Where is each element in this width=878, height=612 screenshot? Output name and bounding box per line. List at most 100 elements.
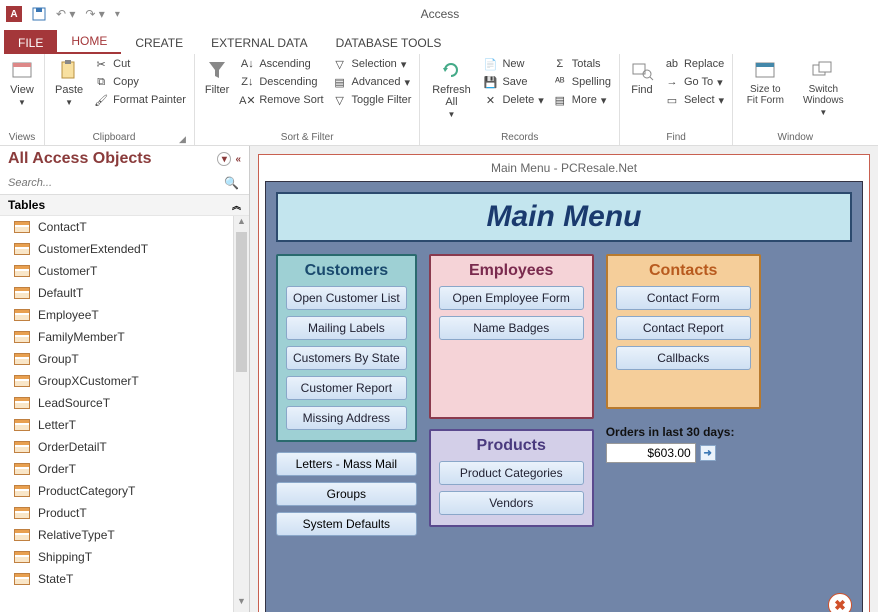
save-icon: 💾 (482, 75, 498, 89)
scroll-down-icon[interactable]: ▼ (234, 596, 249, 612)
employees-btn-open-employee-form[interactable]: Open Employee Form (439, 286, 584, 310)
refresh-all-button[interactable]: Refresh All ▼ (426, 56, 476, 130)
nav-item-productcategoryt[interactable]: ProductCategoryT (0, 480, 233, 502)
close-form-button[interactable]: ✖ (828, 593, 852, 612)
nav-item-relativetypet[interactable]: RelativeTypeT (0, 524, 233, 546)
products-btn-product-categories[interactable]: Product Categories (439, 461, 584, 485)
table-icon (14, 331, 30, 343)
scroll-up-icon[interactable]: ▲ (234, 216, 249, 232)
replace-button[interactable]: abReplace (662, 56, 726, 72)
ascending-button[interactable]: A↓Ascending (237, 56, 325, 72)
qat-save-icon[interactable] (32, 7, 46, 21)
nav-scrollbar[interactable]: ▲ ▼ (233, 216, 249, 612)
scroll-thumb[interactable] (236, 232, 247, 372)
tab-database-tools[interactable]: DATABASE TOOLS (322, 30, 456, 54)
nav-dropdown-icon[interactable]: ▾ (217, 152, 231, 166)
clipboard-dialog-launcher[interactable]: ◢ (177, 134, 188, 145)
table-icon (14, 309, 30, 321)
goto-button[interactable]: →Go To ▾ (662, 74, 726, 90)
find-button[interactable]: Find (626, 56, 658, 130)
new-record-button[interactable]: 📄New (480, 56, 545, 72)
totals-button[interactable]: ΣTotals (550, 56, 613, 72)
select-button[interactable]: ▭Select ▾ (662, 92, 726, 108)
nav-item-defaultt[interactable]: DefaultT (0, 282, 233, 304)
nav-section-tables[interactable]: Tables ︽ (0, 195, 249, 216)
size-to-fit-button[interactable]: Size to Fit Form (739, 56, 791, 130)
group-records: Refresh All ▼ 📄New 💾Save ✕Delete ▾ ΣTota… (420, 54, 619, 145)
cut-button[interactable]: ✂Cut (91, 56, 188, 72)
descending-button[interactable]: Z↓Descending (237, 74, 325, 90)
group-records-label: Records (426, 130, 612, 145)
qat-customize-icon[interactable]: ▾ (115, 9, 120, 20)
view-button[interactable]: View ▼ (6, 56, 38, 130)
customers-btn-mailing-labels[interactable]: Mailing Labels (286, 316, 407, 340)
customers-btn-customer-report[interactable]: Customer Report (286, 376, 407, 400)
nav-item-shippingt[interactable]: ShippingT (0, 546, 233, 568)
contacts-btn-contact-form[interactable]: Contact Form (616, 286, 751, 310)
more-button[interactable]: ▤More ▾ (550, 92, 613, 108)
switch-windows-button[interactable]: Switch Windows ▼ (795, 56, 851, 130)
filter-button[interactable]: Filter (201, 56, 233, 130)
copy-button[interactable]: ⧉Copy (91, 74, 188, 90)
selection-button[interactable]: ▽Selection ▾ (330, 56, 414, 72)
orders-summary: Orders in last 30 days: ➜ (606, 425, 761, 463)
nav-item-label: RelativeTypeT (38, 528, 115, 542)
tab-file[interactable]: FILE (4, 30, 57, 54)
tab-external-data[interactable]: EXTERNAL DATA (197, 30, 321, 54)
customers-btn-customers-by-state[interactable]: Customers By State (286, 346, 407, 370)
nav-item-customerextendedt[interactable]: CustomerExtendedT (0, 238, 233, 260)
orders-value-field (606, 443, 696, 463)
tab-home[interactable]: HOME (57, 28, 121, 54)
qat-redo-icon[interactable]: ↷ ▾ (85, 7, 104, 21)
switch-windows-icon (811, 58, 835, 82)
spelling-button[interactable]: ᴬᴮSpelling (550, 74, 613, 90)
table-icon (14, 529, 30, 541)
nav-search-input[interactable] (6, 174, 243, 192)
orders-goto-icon[interactable]: ➜ (700, 445, 716, 461)
customers-btn-open-customer-list[interactable]: Open Customer List (286, 286, 407, 310)
nav-item-statet[interactable]: StateT (0, 568, 233, 590)
extra-btn-letters-mass-mail[interactable]: Letters - Mass Mail (276, 452, 417, 476)
search-icon[interactable]: 🔍 (224, 176, 239, 190)
app-title: Access (421, 7, 460, 21)
qat-undo-icon[interactable]: ↶ ▾ (56, 7, 75, 21)
nav-item-groupxcustomert[interactable]: GroupXCustomerT (0, 370, 233, 392)
nav-item-customert[interactable]: CustomerT (0, 260, 233, 282)
access-logo-icon: A (6, 6, 22, 22)
copy-icon: ⧉ (93, 75, 109, 89)
cut-icon: ✂ (93, 57, 109, 71)
employees-btn-name-badges[interactable]: Name Badges (439, 316, 584, 340)
products-title: Products (439, 437, 584, 455)
tab-create[interactable]: CREATE (121, 30, 197, 54)
customers-btn-missing-address[interactable]: Missing Address (286, 406, 407, 430)
nav-item-employeet[interactable]: EmployeeT (0, 304, 233, 326)
advanced-button[interactable]: ▤Advanced ▾ (330, 74, 414, 90)
format-painter-button[interactable]: 🖌Format Painter (91, 92, 188, 108)
save-record-button[interactable]: 💾Save (480, 74, 545, 90)
nav-item-orderdetailt[interactable]: OrderDetailT (0, 436, 233, 458)
toggle-filter-button[interactable]: ▽Toggle Filter (330, 92, 414, 108)
contacts-btn-contact-report[interactable]: Contact Report (616, 316, 751, 340)
nav-item-contactt[interactable]: ContactT (0, 216, 233, 238)
extra-btn-groups[interactable]: Groups (276, 482, 417, 506)
extra-btn-system-defaults[interactable]: System Defaults (276, 512, 417, 536)
nav-collapse-icon[interactable]: « (235, 154, 241, 165)
nav-item-familymembert[interactable]: FamilyMemberT (0, 326, 233, 348)
group-sortfilter-label: Sort & Filter (201, 130, 414, 145)
section-collapse-icon[interactable]: ︽ (232, 199, 241, 212)
nav-item-label: ContactT (38, 220, 87, 234)
switch-label: Switch Windows (799, 84, 847, 106)
nav-item-productt[interactable]: ProductT (0, 502, 233, 524)
products-btn-vendors[interactable]: Vendors (439, 491, 584, 515)
refresh-label: Refresh All (430, 84, 472, 108)
nav-item-lettert[interactable]: LetterT (0, 414, 233, 436)
nav-item-groupt[interactable]: GroupT (0, 348, 233, 370)
nav-header-title[interactable]: All Access Objects (8, 150, 151, 168)
customers-panel: Customers Open Customer ListMailing Labe… (276, 254, 417, 442)
nav-item-leadsourcet[interactable]: LeadSourceT (0, 392, 233, 414)
remove-sort-button[interactable]: A✕Remove Sort (237, 92, 325, 108)
delete-record-button[interactable]: ✕Delete ▾ (480, 92, 545, 108)
contacts-btn-callbacks[interactable]: Callbacks (616, 346, 751, 370)
paste-button[interactable]: Paste ▼ (51, 56, 87, 130)
nav-item-ordert[interactable]: OrderT (0, 458, 233, 480)
